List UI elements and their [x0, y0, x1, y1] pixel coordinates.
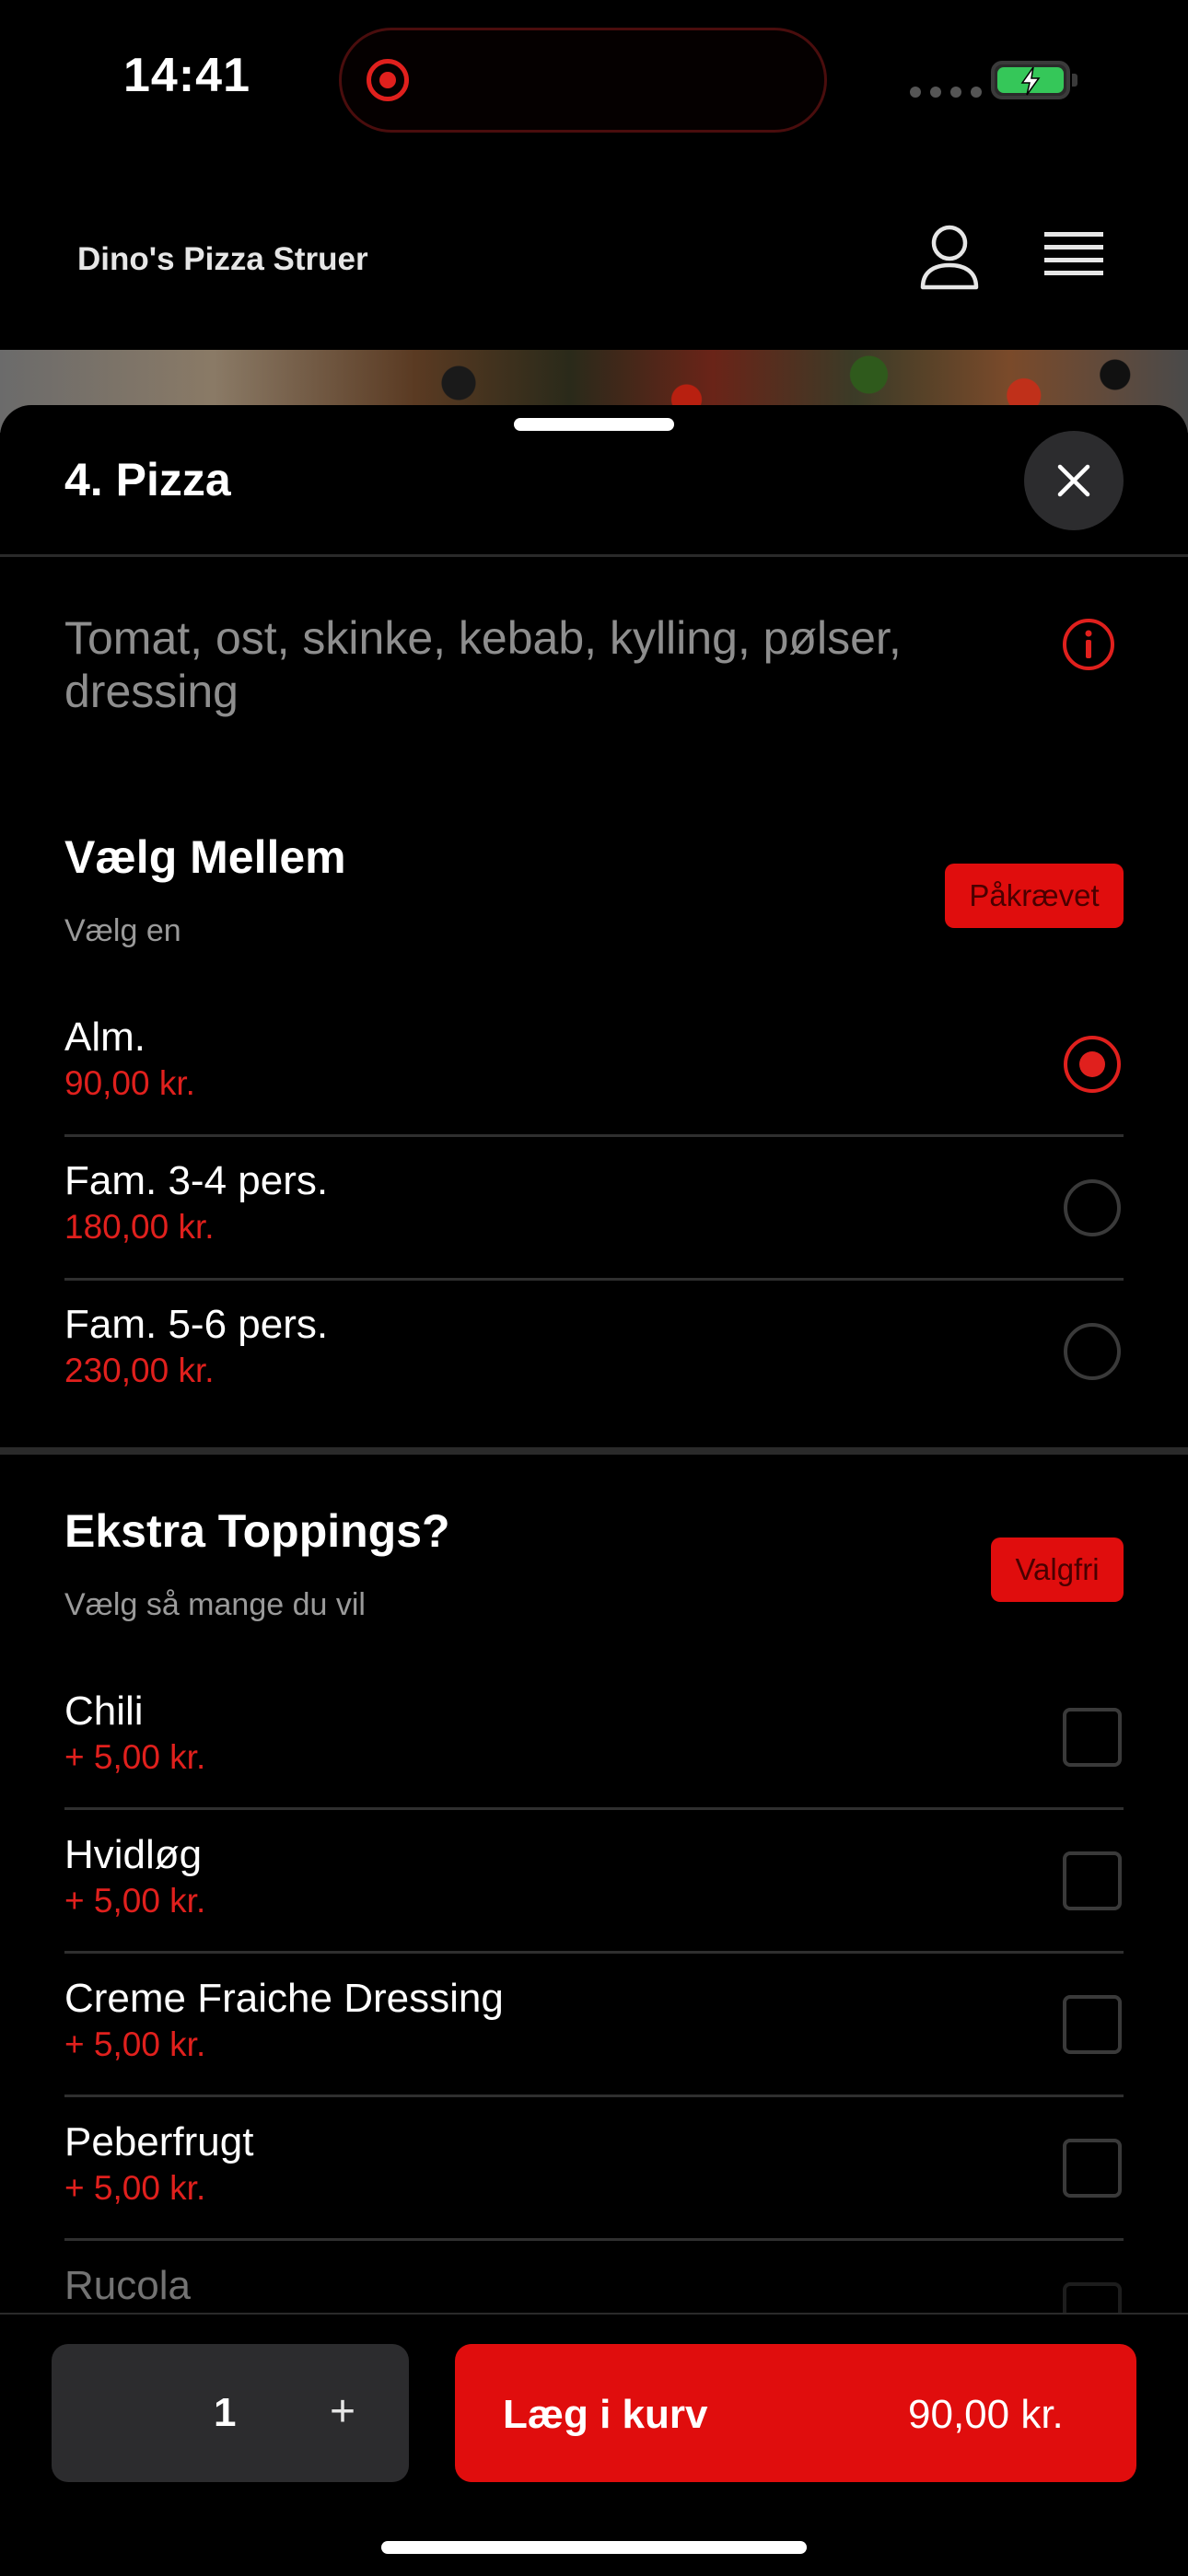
size-section-subtitle: Vælg en — [64, 913, 181, 948]
topping-option-hvidlog[interactable]: Hvidløg + 5,00 kr. — [64, 1832, 1124, 1933]
topping-checkbox[interactable] — [1063, 1708, 1122, 1767]
topping-option-creme-fraiche[interactable]: Creme Fraiche Dressing + 5,00 kr. — [64, 1976, 1124, 2077]
topping-checkbox[interactable] — [1063, 2139, 1122, 2198]
option-divider — [64, 2094, 1124, 2097]
option-divider — [64, 1807, 1124, 1810]
signal-icon — [910, 87, 982, 98]
option-name: Hvidløg — [64, 1832, 203, 1877]
battery-icon — [991, 61, 1070, 99]
cart-total: 90,00 kr. — [908, 2392, 1064, 2437]
size-option-alm[interactable]: Alm. 90,00 kr. — [64, 1015, 1124, 1116]
option-divider — [64, 1134, 1124, 1137]
option-divider — [64, 2238, 1124, 2241]
option-name: Rucola — [64, 2263, 191, 2308]
brand-name[interactable]: Dino's Pizza Struer — [77, 241, 368, 278]
option-name: Fam. 5-6 pers. — [64, 1302, 329, 1347]
product-title: 4. Pizza — [64, 454, 231, 505]
quantity-plus-button[interactable]: + — [330, 2386, 355, 2437]
radio-unselected[interactable] — [1064, 1179, 1121, 1236]
close-button[interactable] — [1024, 431, 1124, 530]
menu-icon[interactable] — [1044, 232, 1103, 284]
header-divider — [0, 554, 1188, 557]
topping-checkbox[interactable] — [1063, 1851, 1122, 1910]
recording-icon — [367, 59, 409, 101]
radio-selected[interactable] — [1064, 1036, 1121, 1093]
option-name: Fam. 3-4 pers. — [64, 1158, 329, 1203]
option-name: Alm. — [64, 1015, 146, 1060]
option-price: 90,00 kr. — [64, 1064, 195, 1102]
option-price: + 5,00 kr. — [64, 2025, 206, 2063]
radio-unselected[interactable] — [1064, 1323, 1121, 1380]
home-indicator[interactable] — [381, 2541, 807, 2554]
option-price: + 5,00 kr. — [64, 1738, 206, 1776]
topping-option-chili[interactable]: Chili + 5,00 kr. — [64, 1688, 1124, 1790]
info-icon[interactable] — [1061, 617, 1116, 672]
option-name: Chili — [64, 1688, 144, 1734]
required-badge: Påkrævet — [945, 864, 1124, 928]
option-price: + 5,00 kr. — [64, 1882, 206, 1920]
battery-cap — [1072, 74, 1077, 87]
option-divider — [64, 1278, 1124, 1281]
quantity-value: 1 — [214, 2390, 237, 2435]
product-sheet — [0, 405, 1188, 2574]
option-name: Peberfrugt — [64, 2119, 254, 2164]
optional-badge: Valgfri — [991, 1537, 1124, 1602]
sheet-grabber[interactable] — [514, 418, 674, 431]
user-icon[interactable] — [917, 223, 982, 291]
status-time: 14:41 — [123, 49, 250, 102]
option-name: Creme Fraiche Dressing — [64, 1976, 504, 2021]
size-option-fam-5-6[interactable]: Fam. 5-6 pers. 230,00 kr. — [64, 1302, 1124, 1403]
size-section-title: Vælg Mellem — [64, 831, 346, 883]
close-icon — [1057, 464, 1090, 497]
size-option-fam-3-4[interactable]: Fam. 3-4 pers. 180,00 kr. — [64, 1158, 1124, 1259]
option-price: 230,00 kr. — [64, 1352, 215, 1389]
option-divider — [64, 1951, 1124, 1954]
topping-checkbox[interactable] — [1063, 1995, 1122, 2054]
section-separator — [0, 1447, 1188, 1455]
topping-option-peberfrugt[interactable]: Peberfrugt + 5,00 kr. — [64, 2119, 1124, 2221]
add-to-cart-label: Læg i kurv — [503, 2392, 708, 2437]
product-description: Tomat, ost, skinke, kebab, kylling, pøls… — [64, 612, 902, 717]
toppings-section-title: Ekstra Toppings? — [64, 1505, 450, 1557]
dynamic-island — [339, 28, 827, 133]
option-price: + 5,00 kr. — [64, 2169, 206, 2207]
option-price: 180,00 kr. — [64, 1208, 215, 1246]
toppings-section-subtitle: Vælg så mange du vil — [64, 1587, 366, 1622]
topping-option-rucola[interactable]: Rucola — [64, 2263, 1124, 2318]
